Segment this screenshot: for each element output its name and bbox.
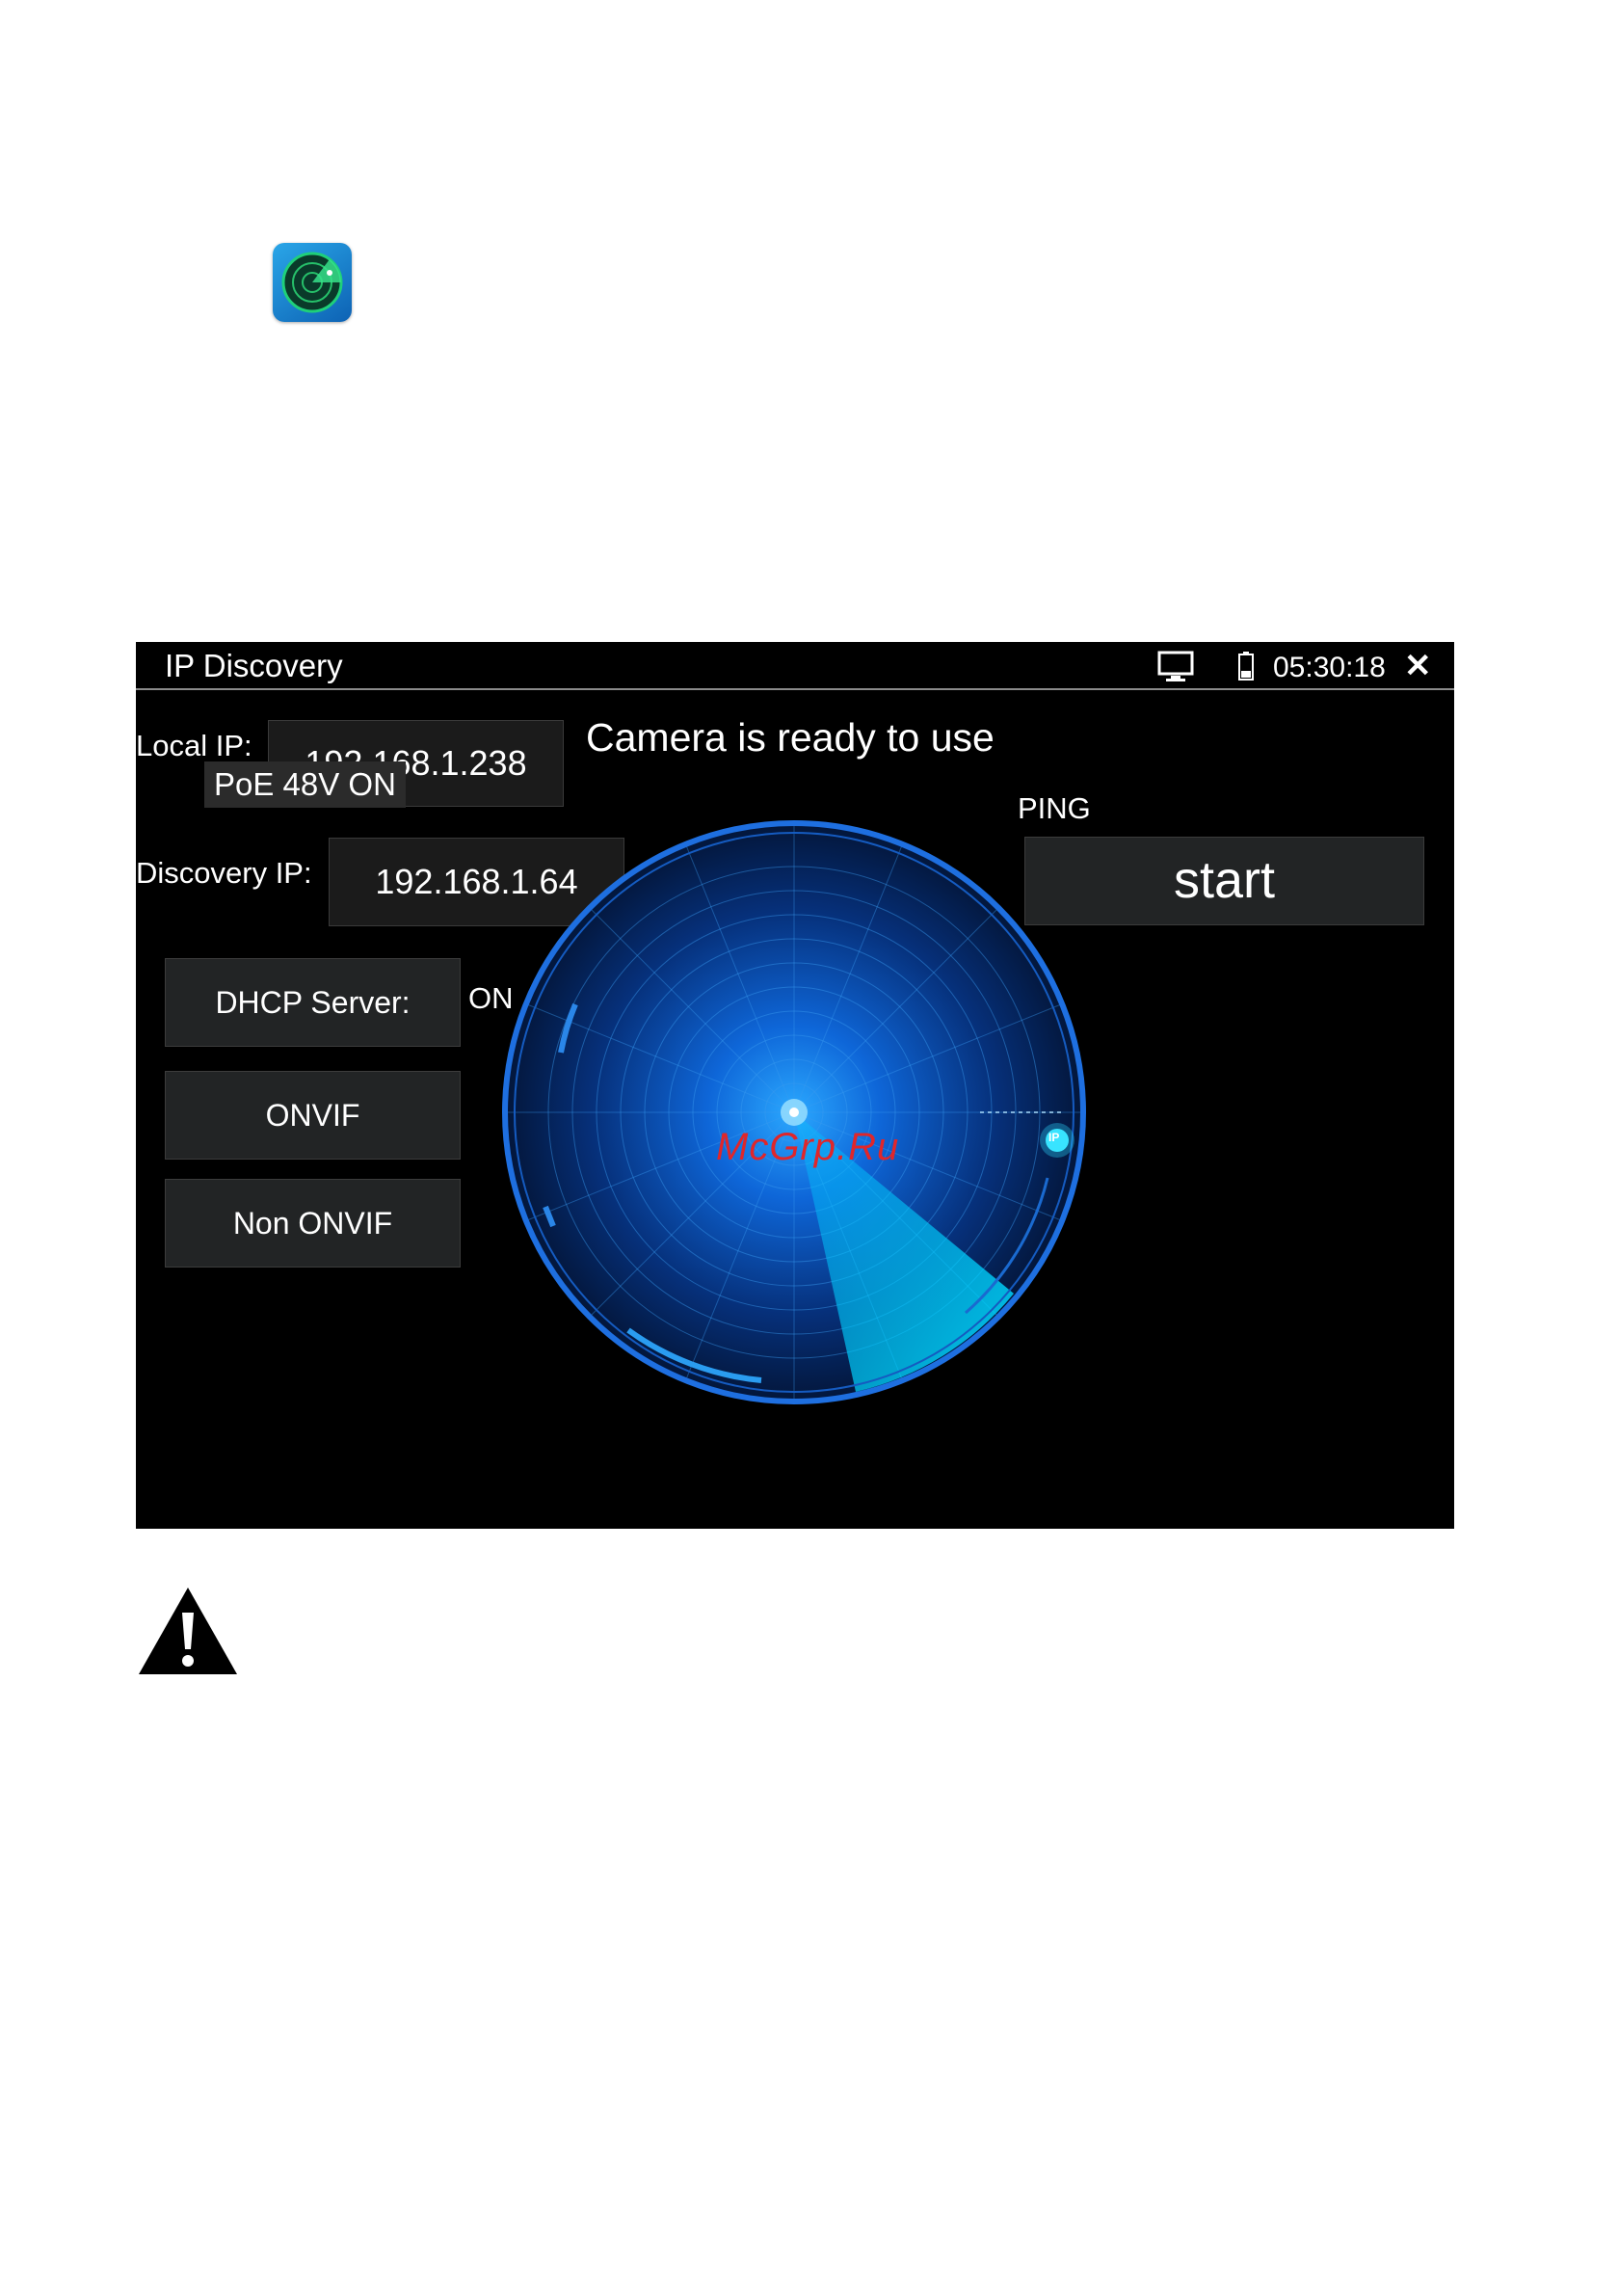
non-onvif-button[interactable]: Non ONVIF bbox=[165, 1179, 461, 1268]
battery-icon bbox=[1238, 652, 1254, 681]
monitor-icon bbox=[1157, 651, 1194, 681]
local-ip-label: Local IP: bbox=[136, 729, 252, 762]
radar-display bbox=[502, 820, 1086, 1404]
device-screen: IP Discovery 05:30:18 ✕ Local IP: 192.16… bbox=[136, 642, 1454, 1529]
radar-app-icon bbox=[273, 243, 352, 322]
onvif-button[interactable]: ONVIF bbox=[165, 1071, 461, 1160]
camera-status-text: Camera is ready to use bbox=[586, 715, 995, 760]
ip-target-label: IP bbox=[1048, 1131, 1060, 1144]
dhcp-server-button[interactable]: DHCP Server: bbox=[165, 958, 461, 1047]
watermark: McGrp.Ru bbox=[716, 1126, 900, 1168]
warning-icon bbox=[139, 1588, 237, 1674]
app-title: IP Discovery bbox=[165, 648, 343, 683]
clock: 05:30:18 bbox=[1273, 652, 1386, 683]
title-bar: IP Discovery 05:30:18 ✕ bbox=[136, 642, 1454, 690]
poe-status-tooltip: PoE 48V ON bbox=[204, 761, 406, 808]
discovery-ip-label: Discovery IP: bbox=[136, 856, 312, 890]
radar-icon bbox=[281, 252, 343, 313]
close-icon[interactable]: ✕ bbox=[1404, 650, 1432, 682]
